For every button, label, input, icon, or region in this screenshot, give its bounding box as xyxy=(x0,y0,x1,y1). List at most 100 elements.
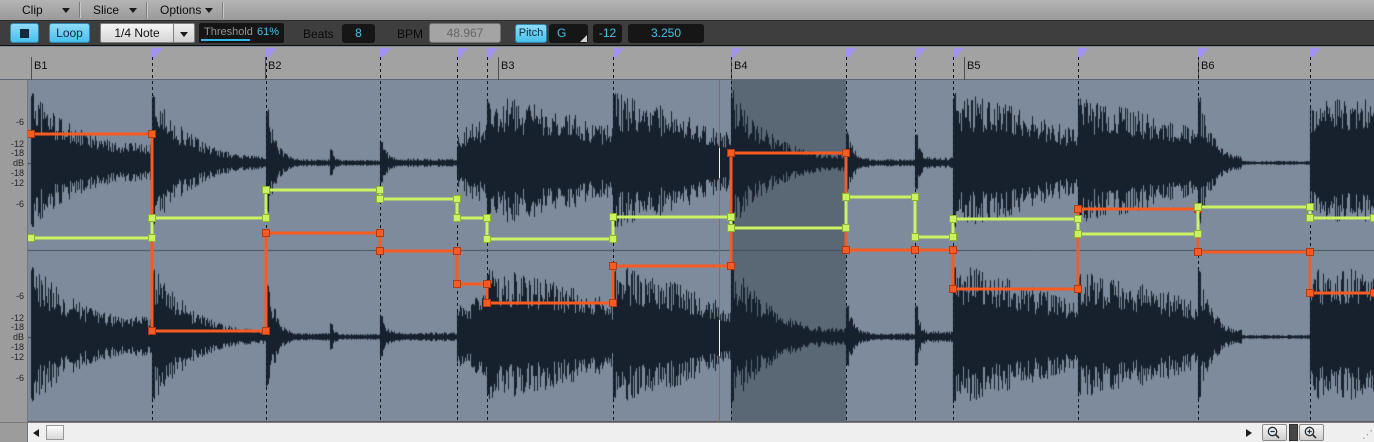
slice-flag-icon[interactable] xyxy=(487,48,498,61)
menu-clip[interactable]: Clip xyxy=(10,0,78,20)
semitones-value-box[interactable]: -12 xyxy=(593,24,622,43)
stop-button[interactable] xyxy=(10,23,39,43)
volume-envelope-node[interactable] xyxy=(610,300,617,307)
volume-envelope-node[interactable] xyxy=(1075,286,1082,293)
volume-envelope-node[interactable] xyxy=(728,150,735,157)
pitch-envelope-node[interactable] xyxy=(484,236,491,243)
pitch-envelope-node[interactable] xyxy=(484,215,491,222)
slice-flag-icon[interactable] xyxy=(915,48,926,61)
volume-envelope-node[interactable] xyxy=(454,248,461,255)
volume-envelope-node[interactable] xyxy=(610,263,617,270)
volume-envelope-node[interactable] xyxy=(377,248,384,255)
bpm-input[interactable]: 48.967 xyxy=(429,23,501,43)
pitch-envelope-node[interactable] xyxy=(1307,215,1314,222)
slice-flag-icon[interactable] xyxy=(846,48,857,61)
slice-flag-icon[interactable] xyxy=(380,48,391,61)
slice-flag-icon[interactable] xyxy=(1310,48,1321,61)
waveform-area[interactable]: -6-12-18dB-18-12-6-6-12-18dB-18-12-6 xyxy=(0,80,1374,422)
menu-options[interactable]: Options xyxy=(148,0,221,20)
pitch-envelope-node[interactable] xyxy=(950,234,957,241)
volume-envelope-node[interactable] xyxy=(28,131,35,138)
threshold-value: 61% xyxy=(257,26,279,38)
scroll-left-arrow-icon[interactable] xyxy=(33,429,39,437)
beat-label: B5 xyxy=(967,60,980,72)
slice-flag-icon[interactable] xyxy=(152,48,163,61)
pitch-envelope-node[interactable] xyxy=(377,196,384,203)
fine-pitch-value-box[interactable]: 3.250 xyxy=(628,24,704,43)
db-scale-label: -6 xyxy=(0,199,24,209)
pitch-envelope-node[interactable] xyxy=(263,187,270,194)
threshold-slider[interactable]: Threshold 61% xyxy=(199,23,284,43)
slice-flag-icon[interactable] xyxy=(1078,48,1089,61)
volume-envelope-node[interactable] xyxy=(263,328,270,335)
chevron-down-icon xyxy=(129,8,137,13)
volume-envelope-node[interactable] xyxy=(149,131,156,138)
volume-envelope-node[interactable] xyxy=(149,328,156,335)
pitch-envelope-node[interactable] xyxy=(149,215,156,222)
scroll-right-arrow-icon[interactable] xyxy=(1246,429,1252,437)
pitch-envelope-node[interactable] xyxy=(843,194,850,201)
pitch-envelope-node[interactable] xyxy=(1075,216,1082,223)
threshold-label: Threshold xyxy=(204,26,253,38)
beats-value-box[interactable]: 8 xyxy=(342,24,375,43)
beat-label: B6 xyxy=(1201,60,1214,72)
pitch-envelope-node[interactable] xyxy=(728,225,735,232)
db-scale-label: dB xyxy=(0,332,24,342)
volume-envelope-node[interactable] xyxy=(1195,249,1202,256)
zoom-in-button[interactable] xyxy=(1299,424,1324,441)
volume-envelope-node[interactable] xyxy=(728,263,735,270)
pitch-envelope[interactable] xyxy=(31,190,1374,239)
volume-envelope-node[interactable] xyxy=(1307,249,1314,256)
pitch-envelope-node[interactable] xyxy=(263,215,270,222)
volume-envelope-node[interactable] xyxy=(484,300,491,307)
pitch-envelope-node[interactable] xyxy=(454,215,461,222)
pitch-envelope-node[interactable] xyxy=(1307,204,1314,211)
loop-button[interactable]: Loop xyxy=(49,23,90,43)
pitch-envelope-node[interactable] xyxy=(912,194,919,201)
slice-flag-icon[interactable] xyxy=(953,48,964,61)
pitch-envelope-node[interactable] xyxy=(728,214,735,221)
volume-envelope-node[interactable] xyxy=(912,247,919,254)
slice-flag-icon[interactable] xyxy=(457,48,468,61)
pitch-envelope-node[interactable] xyxy=(610,236,617,243)
volume-envelope-node[interactable] xyxy=(454,281,461,288)
pitch-envelope-node[interactable] xyxy=(1371,215,1374,222)
pitch-envelope-node[interactable] xyxy=(28,235,35,242)
pitch-envelope-node[interactable] xyxy=(950,216,957,223)
note-dropdown-arrow-button[interactable] xyxy=(173,23,195,43)
resize-grip-icon: ⋰ xyxy=(1362,428,1372,441)
beat-ruler[interactable]: B1B2B3B4B5B6 xyxy=(0,47,1374,80)
volume-envelope-node[interactable] xyxy=(1075,206,1082,213)
volume-envelope-node[interactable] xyxy=(263,230,270,237)
envelope-layer[interactable] xyxy=(28,80,1374,422)
zoom-out-button[interactable] xyxy=(1262,424,1287,441)
menu-slice[interactable]: Slice xyxy=(81,0,145,20)
volume-envelope-node[interactable] xyxy=(950,247,957,254)
pitch-envelope-node[interactable] xyxy=(454,196,461,203)
note-value-dropdown[interactable]: 1/4 Note xyxy=(100,23,174,43)
zoom-divider-handle[interactable] xyxy=(1289,424,1298,441)
volume-envelope-node[interactable] xyxy=(1307,290,1314,297)
volume-envelope-node[interactable] xyxy=(843,150,850,157)
slice-flag-icon[interactable] xyxy=(613,48,624,61)
pitch-envelope-node[interactable] xyxy=(912,234,919,241)
menu-separator xyxy=(79,2,80,18)
pitch-button[interactable]: Pitch xyxy=(515,24,547,43)
volume-envelope-node[interactable] xyxy=(950,286,957,293)
corner-dropdown-icon xyxy=(580,35,587,42)
key-value-box[interactable]: G xyxy=(549,24,588,43)
db-scale-label: -18 xyxy=(0,342,24,352)
db-scale-label: -12 xyxy=(0,178,24,188)
volume-envelope-node[interactable] xyxy=(484,281,491,288)
volume-envelope-node[interactable] xyxy=(843,247,850,254)
volume-envelope-node[interactable] xyxy=(1371,290,1374,297)
volume-envelope-node[interactable] xyxy=(377,230,384,237)
pitch-envelope-node[interactable] xyxy=(1195,204,1202,211)
pitch-envelope-node[interactable] xyxy=(843,225,850,232)
pitch-envelope-node[interactable] xyxy=(1075,231,1082,238)
scrollbar-thumb[interactable] xyxy=(46,425,64,440)
pitch-envelope-node[interactable] xyxy=(377,187,384,194)
pitch-envelope-node[interactable] xyxy=(1195,231,1202,238)
pitch-envelope-node[interactable] xyxy=(610,214,617,221)
pitch-envelope-node[interactable] xyxy=(149,235,156,242)
